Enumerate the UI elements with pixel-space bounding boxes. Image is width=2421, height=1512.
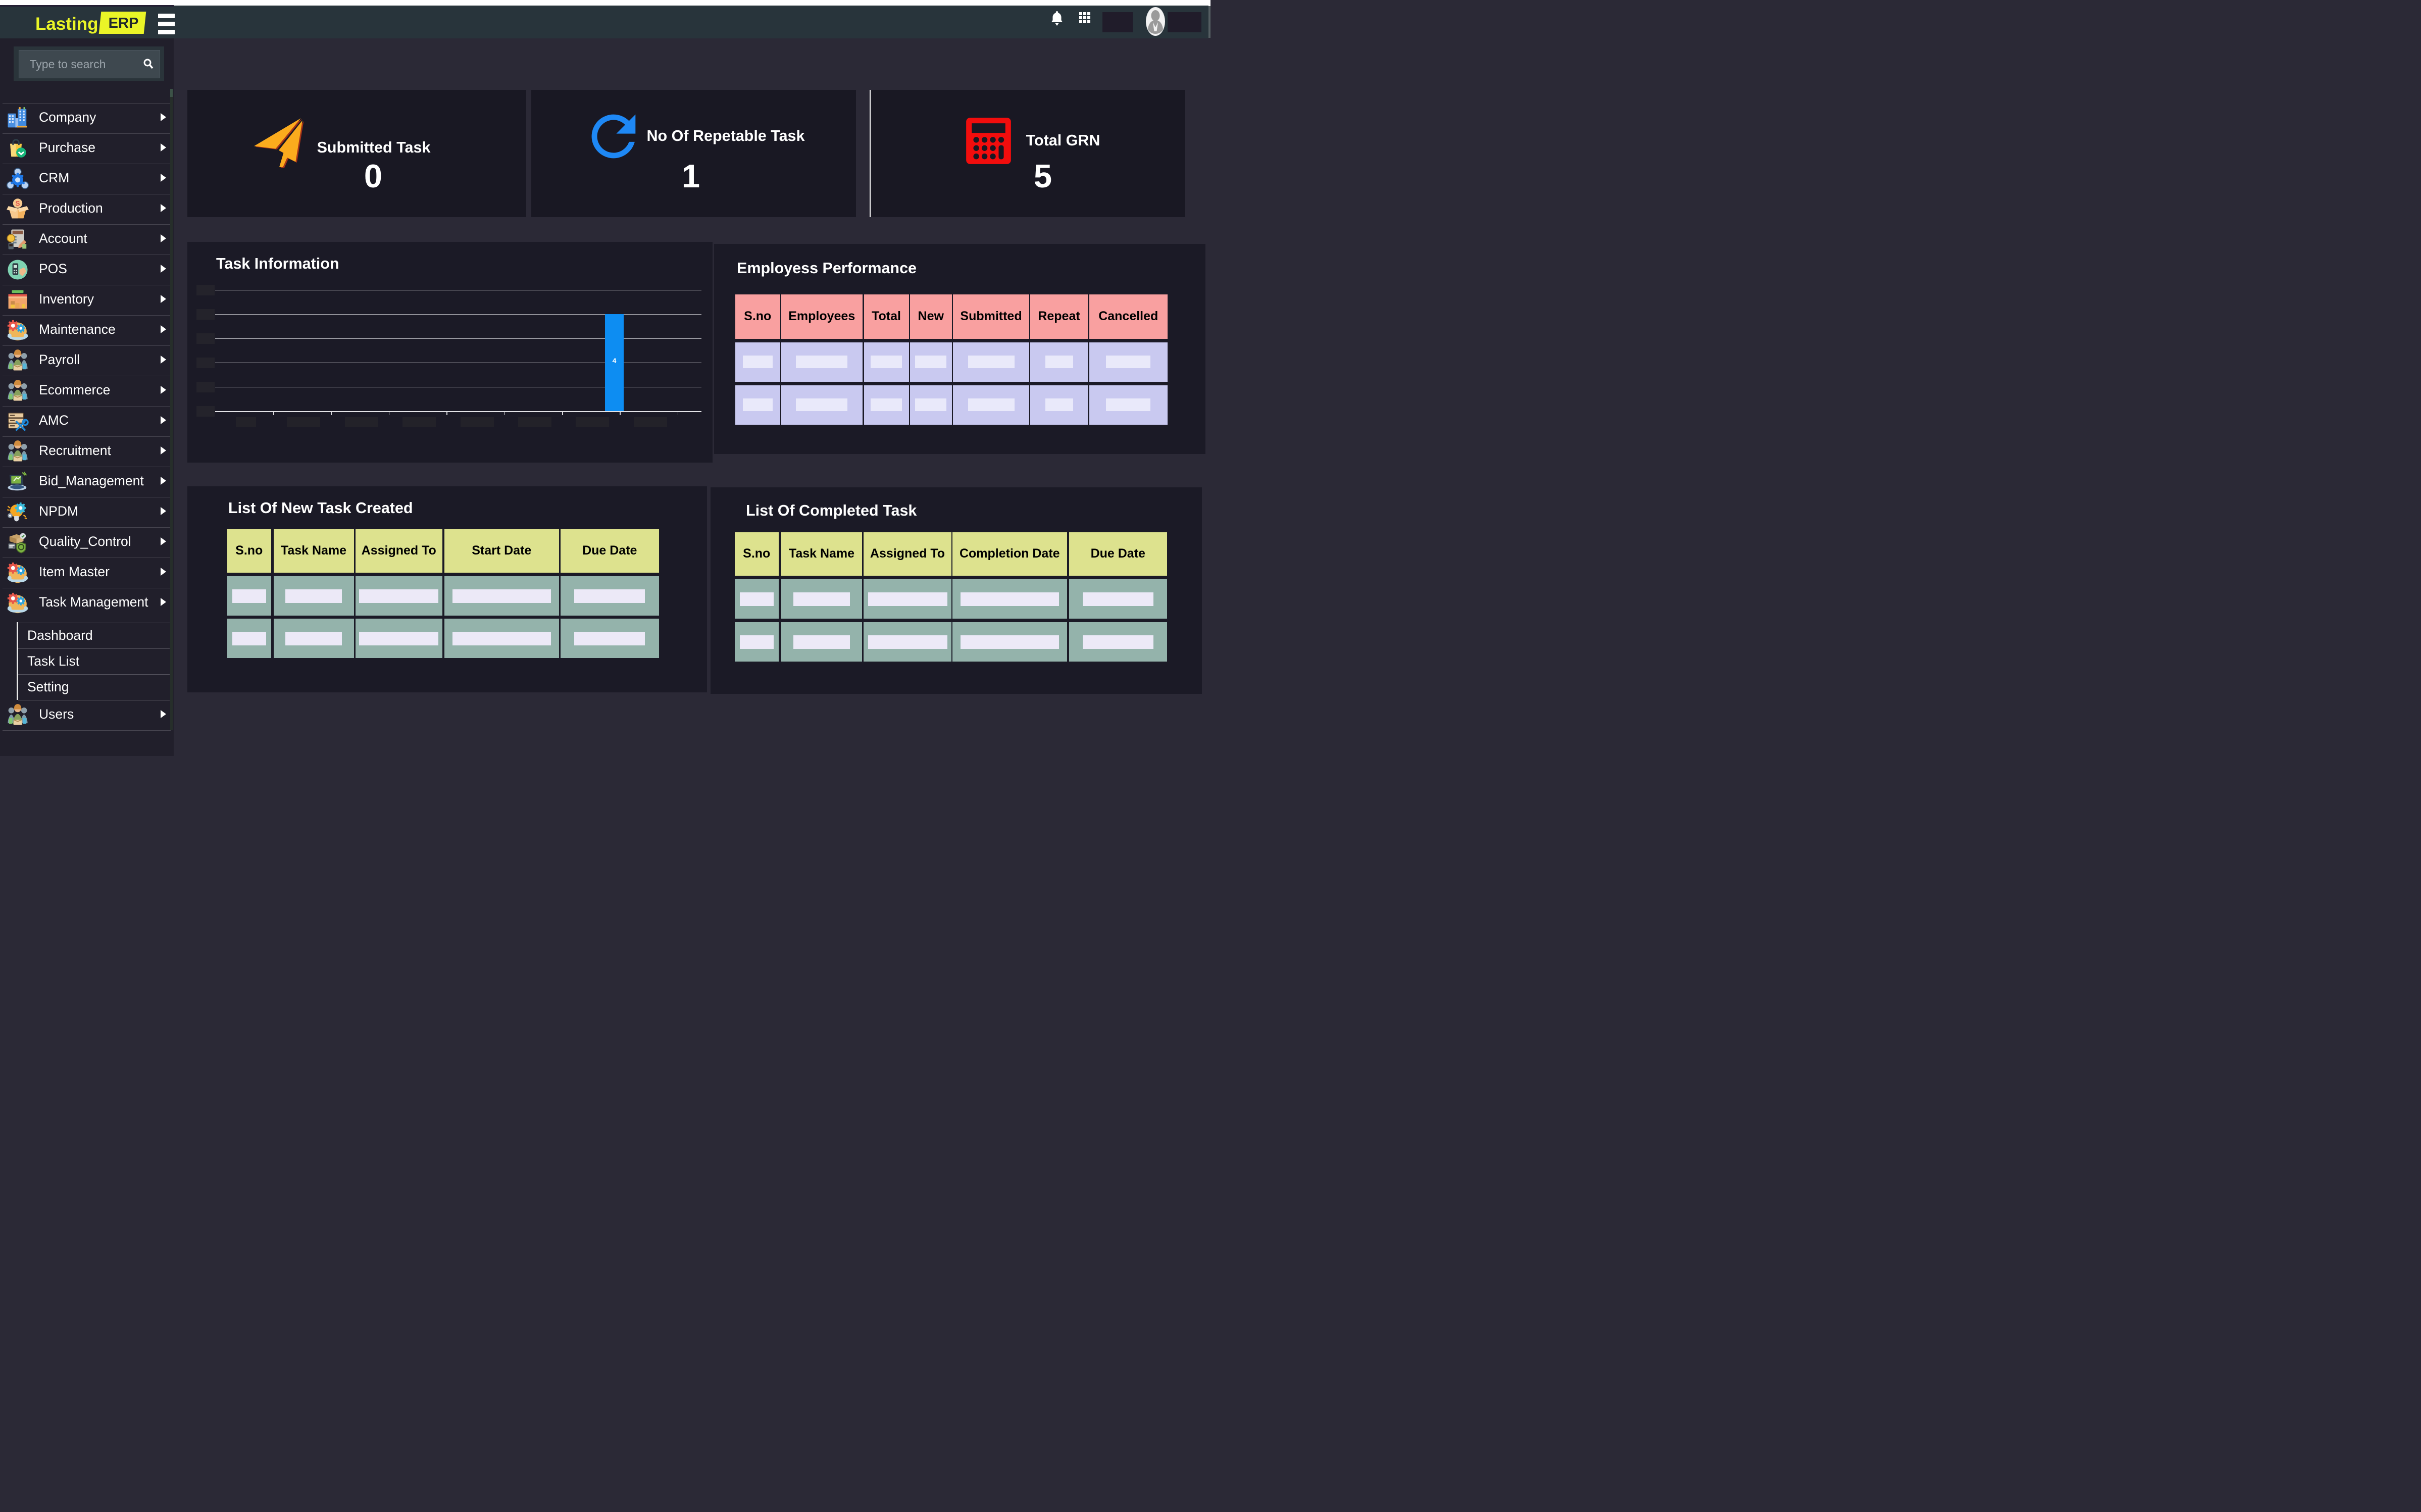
svg-text:S: S <box>15 200 20 208</box>
